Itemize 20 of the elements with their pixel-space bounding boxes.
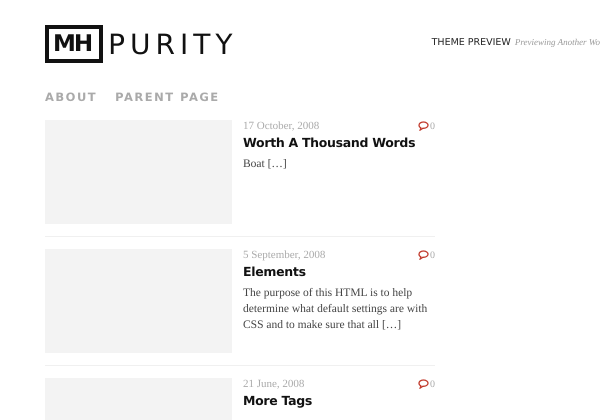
previewing-note: Previewing Another Wo (514, 36, 600, 46)
post-date: 21 June, 2008 (243, 378, 304, 390)
logo-mark: MH (45, 25, 104, 63)
theme-preview-label: THEME PREVIEW (432, 36, 511, 48)
nav-link[interactable]: ABOUT (45, 90, 98, 104)
logo-text: PURITY (108, 28, 238, 60)
post-excerpt: Boat […] (243, 157, 288, 172)
post-date: 5 September, 2008 (243, 249, 326, 261)
comment-icon[interactable] (418, 250, 429, 260)
post-date: 17 October, 2008 (243, 120, 320, 132)
comment-count[interactable]: 0 (430, 250, 435, 260)
nav-link[interactable]: PARENT PAGE (115, 90, 220, 104)
post-title[interactable]: Worth A Thousand Words (243, 135, 435, 150)
comment-icon[interactable] (418, 121, 429, 131)
post-title[interactable]: More Tags (243, 393, 435, 408)
post-excerpt: The purpose of this HTML is to help determine what default settings are with CSS and to make sure that all […] (243, 286, 428, 333)
comment-icon[interactable] (418, 379, 429, 389)
comment-count[interactable]: 0 (430, 120, 435, 132)
comment-count[interactable]: 0 (430, 378, 435, 390)
post-title[interactable]: Elements (243, 264, 435, 279)
